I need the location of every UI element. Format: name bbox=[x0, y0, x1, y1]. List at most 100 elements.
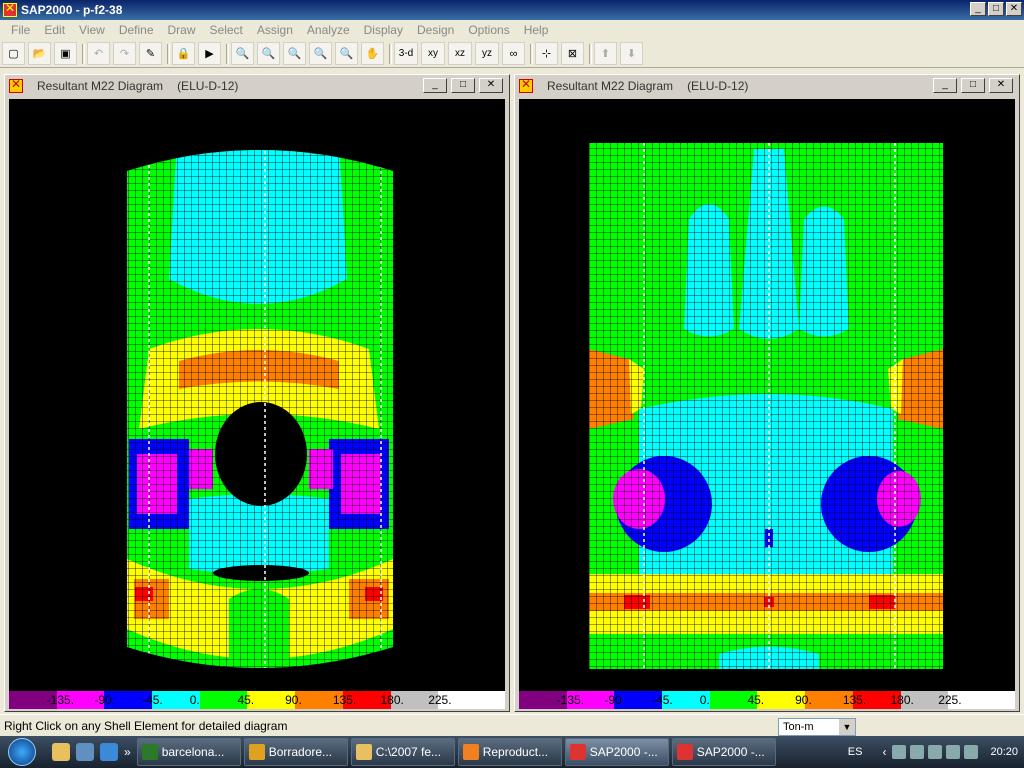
start-button[interactable] bbox=[0, 736, 44, 768]
close-button[interactable]: ✕ bbox=[989, 78, 1013, 93]
units-select[interactable]: Ton-m ▼ bbox=[778, 718, 856, 736]
menu-view[interactable]: View bbox=[72, 23, 112, 37]
app-title: SAP2000 - p-f2-38 bbox=[21, 3, 123, 17]
legend-label: 180. bbox=[380, 693, 404, 707]
redo-icon[interactable]: ↷ bbox=[113, 42, 136, 65]
units-value: Ton-m bbox=[783, 721, 814, 733]
set-elements-icon[interactable]: ⊠ bbox=[561, 42, 584, 65]
toolbar-separator bbox=[589, 43, 592, 64]
sap2000-window-icon[interactable] bbox=[519, 77, 533, 93]
menu-display[interactable]: Display bbox=[357, 23, 410, 37]
taskbar-item[interactable]: SAP2000 -... bbox=[671, 738, 776, 766]
quick-launch bbox=[52, 743, 118, 761]
legend-label: -45. bbox=[652, 693, 673, 707]
menu-draw[interactable]: Draw bbox=[161, 23, 203, 37]
menu-edit[interactable]: Edit bbox=[37, 23, 72, 37]
minimize-button[interactable]: _ bbox=[970, 2, 986, 16]
menu-design[interactable]: Design bbox=[410, 23, 461, 37]
contour-legend: -135. -90. -45. 0. 45. 90. 135. 180. 225… bbox=[9, 691, 505, 709]
tray-expand-icon[interactable]: ‹ bbox=[882, 745, 886, 759]
legend-label: -45. bbox=[142, 693, 163, 707]
restore-previous-zoom-icon[interactable]: 🔍 bbox=[283, 42, 306, 65]
mdi-area: Resultant M22 Diagram (ELU-D-12) _ □ ✕ bbox=[0, 68, 1024, 714]
zoom-in-icon[interactable]: 🔍 bbox=[309, 42, 332, 65]
volume-icon[interactable] bbox=[964, 745, 979, 759]
zoom-out-icon[interactable]: 🔍 bbox=[335, 42, 358, 65]
lock-icon[interactable]: 🔒 bbox=[172, 42, 195, 65]
folder-icon bbox=[355, 744, 372, 760]
sap2000-window-icon[interactable] bbox=[9, 77, 23, 93]
close-button[interactable]: ✕ bbox=[1006, 2, 1022, 16]
taskbar-item-label: Reproduct... bbox=[482, 745, 549, 759]
menu-file[interactable]: File bbox=[4, 23, 37, 37]
cylinder-contour-plot bbox=[127, 150, 393, 668]
open-folder-icon[interactable]: 📂 bbox=[28, 42, 51, 65]
undo-icon[interactable]: ↶ bbox=[87, 42, 110, 65]
minimize-button[interactable]: _ bbox=[933, 78, 957, 93]
show-desktop-icon[interactable] bbox=[76, 743, 94, 761]
view-yz-button[interactable]: yz bbox=[475, 42, 499, 65]
perspective-icon[interactable]: ∞ bbox=[502, 42, 525, 65]
main-toolbar: ▢ 📂 ▣ ↶ ↷ ✎ 🔒 ▶ 🔍 🔍 🔍 🔍 🔍 ✋ 3-d xy xz yz… bbox=[0, 40, 1024, 68]
toolbar-separator bbox=[530, 43, 533, 64]
pan-icon[interactable]: ✋ bbox=[361, 42, 384, 65]
view-3d-button[interactable]: 3-d bbox=[394, 42, 418, 65]
shrink-elements-icon[interactable]: ⊹ bbox=[535, 42, 558, 65]
view-xz-button[interactable]: xz bbox=[448, 42, 472, 65]
move-down-icon[interactable]: ⬇ bbox=[620, 42, 643, 65]
legend-label: -90. bbox=[604, 693, 626, 707]
legend-label: -90. bbox=[94, 693, 116, 707]
chevron-down-icon[interactable]: ▼ bbox=[839, 719, 855, 735]
tray-app-icon[interactable] bbox=[892, 745, 907, 759]
close-button[interactable]: ✕ bbox=[479, 78, 503, 93]
language-indicator[interactable]: ES bbox=[848, 746, 863, 758]
taskbar-item[interactable]: Borradore... bbox=[243, 738, 348, 766]
quick-launch-more-icon[interactable]: » bbox=[124, 745, 131, 759]
m22-diagram-window-3d: Resultant M22 Diagram (ELU-D-12) _ □ ✕ bbox=[4, 74, 510, 712]
restore-full-view-icon[interactable]: 🔍 bbox=[257, 42, 280, 65]
windows-logo-icon bbox=[8, 738, 36, 766]
taskbar-item[interactable]: barcelona... bbox=[136, 738, 241, 766]
elevation-contour-plot bbox=[589, 143, 943, 669]
move-up-icon[interactable]: ⬆ bbox=[594, 42, 617, 65]
menu-assign[interactable]: Assign bbox=[250, 23, 300, 37]
window-title: Resultant M22 Diagram bbox=[37, 79, 164, 93]
taskbar-item-label: SAP2000 -... bbox=[696, 745, 765, 759]
menu-options[interactable]: Options bbox=[461, 23, 516, 37]
legend-label: 135. bbox=[842, 693, 867, 707]
tray-app-icon[interactable] bbox=[928, 745, 943, 759]
taskbar-item[interactable]: SAP2000 -... bbox=[564, 738, 669, 766]
taskbar-item[interactable]: C:\2007 fe... bbox=[350, 738, 455, 766]
menu-select[interactable]: Select bbox=[203, 23, 250, 37]
run-analysis-icon[interactable]: ▶ bbox=[198, 42, 221, 65]
contour-canvas-elevation[interactable] bbox=[519, 99, 1015, 691]
sap2000-icon bbox=[676, 744, 693, 760]
sap2000-app-icon[interactable] bbox=[3, 1, 17, 17]
legend-label: 45. bbox=[747, 693, 765, 707]
menu-define[interactable]: Define bbox=[112, 23, 161, 37]
menu-help[interactable]: Help bbox=[517, 23, 556, 37]
pencil-icon[interactable]: ✎ bbox=[139, 42, 162, 65]
save-icon[interactable]: ▣ bbox=[54, 42, 77, 65]
load-combination: (ELU-D-12) bbox=[177, 79, 239, 93]
maximize-button[interactable]: □ bbox=[961, 78, 985, 93]
contour-canvas-3d[interactable] bbox=[9, 99, 505, 691]
folder-icon[interactable] bbox=[52, 743, 70, 761]
menu-analyze[interactable]: Analyze bbox=[300, 23, 357, 37]
minimize-button[interactable]: _ bbox=[423, 78, 447, 93]
new-file-icon[interactable]: ▢ bbox=[2, 42, 25, 65]
taskbar-item[interactable]: Reproduct... bbox=[457, 738, 562, 766]
taskbar-item-label: barcelona... bbox=[161, 745, 225, 759]
view-xy-button[interactable]: xy bbox=[421, 42, 445, 65]
tray-app-icon[interactable] bbox=[910, 745, 925, 759]
internet-explorer-icon[interactable] bbox=[100, 743, 118, 761]
clock[interactable]: 20:20 bbox=[990, 746, 1018, 758]
legend-label: 45. bbox=[237, 693, 255, 707]
network-icon[interactable] bbox=[946, 745, 961, 759]
child-title-bar: Resultant M22 Diagram (ELU-D-12) _ □ ✕ bbox=[515, 75, 1019, 97]
zoom-window-icon[interactable]: 🔍 bbox=[231, 42, 254, 65]
menu-bar: File Edit View Define Draw Select Assign… bbox=[0, 20, 1024, 40]
toolbar-separator bbox=[167, 43, 170, 64]
maximize-button[interactable]: □ bbox=[988, 2, 1004, 16]
maximize-button[interactable]: □ bbox=[451, 78, 475, 93]
